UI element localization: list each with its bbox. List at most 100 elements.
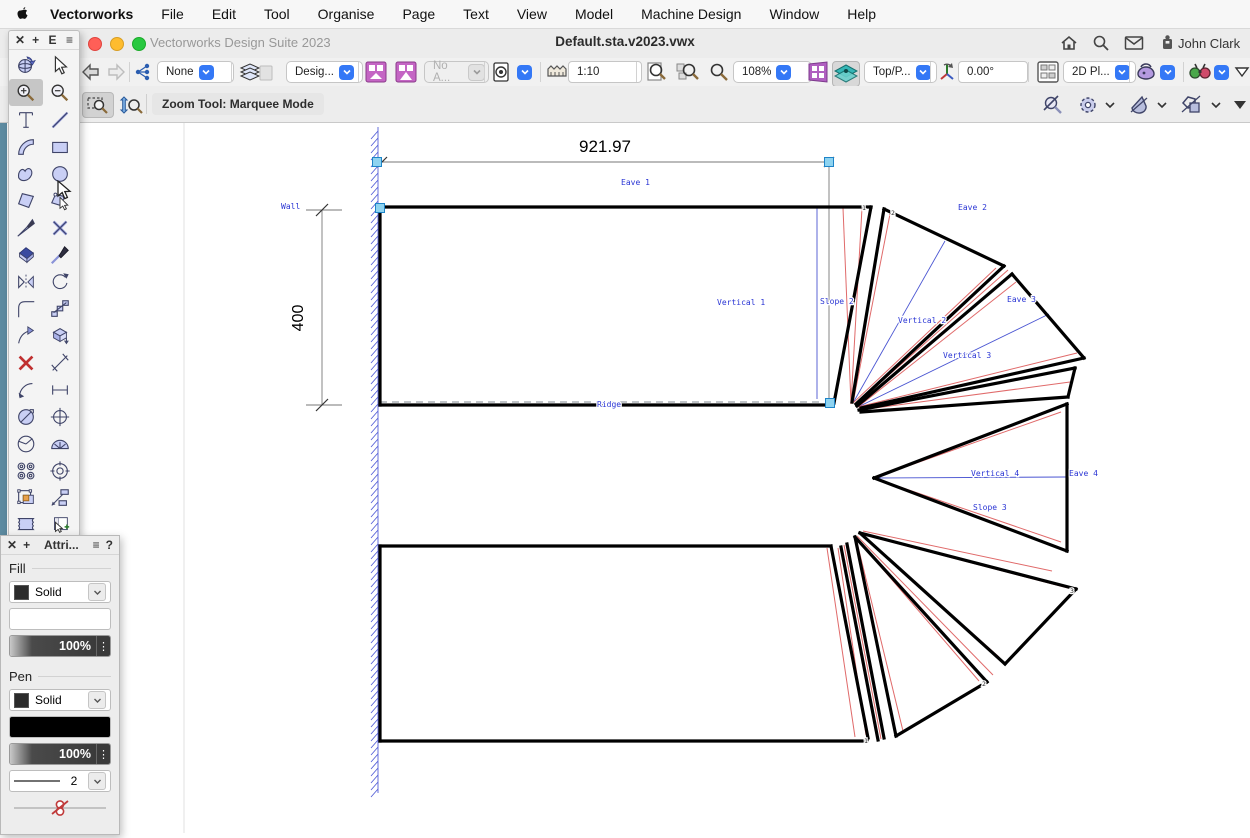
panel-outline[interactable] <box>847 544 884 738</box>
polygon-tool[interactable] <box>9 187 43 214</box>
selection-tool[interactable] <box>43 52 77 79</box>
interactive-zoom-mode-button[interactable] <box>118 95 144 122</box>
fill-style-dropdown[interactable]: Solid <box>9 581 111 603</box>
menu-item-tool[interactable]: Tool <box>250 6 304 22</box>
palette-menu-icon[interactable]: ≡ <box>66 33 73 47</box>
line-weight-dropdown[interactable]: 2 <box>9 770 111 792</box>
menu-item-window[interactable]: Window <box>755 6 833 22</box>
layer-scale-icon[interactable] <box>546 61 568 83</box>
view-direction-dropdown[interactable]: Top/P... <box>864 61 937 83</box>
menu-item-page[interactable]: Page <box>388 6 449 22</box>
panel-outline[interactable] <box>1012 274 1084 358</box>
selection-handle[interactable] <box>373 158 382 167</box>
center-mark-tool[interactable] <box>43 403 77 430</box>
concentric-circles-tool[interactable] <box>9 457 43 484</box>
snap-settings-gear-icon[interactable] <box>1076 94 1116 121</box>
flyover-tool[interactable] <box>9 52 43 79</box>
title-block-tool[interactable] <box>9 511 43 538</box>
active-plane-dropdown[interactable]: 2D Pl... <box>1063 61 1136 83</box>
panel-outline[interactable] <box>896 682 987 736</box>
delete-tool[interactable] <box>9 349 43 376</box>
surface-snap-icon[interactable] <box>1128 94 1168 121</box>
offset-tool[interactable] <box>43 295 77 322</box>
visibility-icon[interactable] <box>491 61 513 83</box>
binoculars-chevron-button[interactable] <box>1214 61 1229 83</box>
palette-add-icon[interactable]: + <box>32 33 39 47</box>
pen-style-dropdown[interactable]: Solid <box>9 689 111 711</box>
view-chevron-icon[interactable] <box>916 65 931 80</box>
attributes-add-icon[interactable]: + <box>23 538 30 552</box>
forward-button[interactable] <box>105 61 127 83</box>
render-mode-icon[interactable] <box>1134 61 1158 83</box>
linear-dimension-tool[interactable] <box>43 376 77 403</box>
saved-view-icon[interactable] <box>364 61 388 83</box>
plane-mode-icon[interactable] <box>1036 61 1060 83</box>
knife-tool[interactable] <box>9 214 43 241</box>
diameter-dimension-tool[interactable] <box>9 403 43 430</box>
menu-item-machine-design[interactable]: Machine Design <box>627 6 755 22</box>
panel-outline[interactable] <box>861 358 1084 408</box>
menu-item-view[interactable]: View <box>503 6 561 22</box>
panel-outline[interactable] <box>855 537 987 682</box>
arc-tool[interactable] <box>9 133 43 160</box>
menu-item-model[interactable]: Model <box>561 6 627 22</box>
attributes-help-icon[interactable]: ? <box>106 538 113 552</box>
zoom-level-icon[interactable] <box>708 61 730 83</box>
active-class-dropdown[interactable]: None <box>157 61 234 83</box>
eraser-tool[interactable] <box>9 241 43 268</box>
rotate-view-icon[interactable] <box>936 61 958 83</box>
menu-item-edit[interactable]: Edit <box>198 6 250 22</box>
attributes-menu-icon[interactable]: ≡ <box>93 538 100 552</box>
user-icon[interactable] <box>1160 34 1175 51</box>
extrude-tool[interactable] <box>43 322 77 349</box>
window-panes-icon[interactable] <box>806 61 830 83</box>
fill-opacity-menu-icon[interactable]: ⋮ <box>96 636 110 656</box>
panel-outline[interactable] <box>856 266 1004 404</box>
clip-tool[interactable] <box>9 484 43 511</box>
logged-in-user[interactable]: John Clark <box>1178 36 1240 51</box>
project-sharing-icon[interactable] <box>134 61 154 83</box>
mail-icon[interactable] <box>1124 34 1144 52</box>
apple-menu-icon[interactable] <box>14 6 30 22</box>
object-snap-icon[interactable] <box>1180 94 1222 121</box>
attributes-close-icon[interactable]: ✕ <box>7 538 17 552</box>
menu-item-organise[interactable]: Organise <box>304 6 389 22</box>
rotation-angle-field[interactable]: 0.00° <box>958 61 1028 83</box>
smart-edge-snap-icon[interactable] <box>1040 94 1068 121</box>
saved-view-2-icon[interactable] <box>394 61 418 83</box>
marquee-mode-button[interactable] <box>82 92 114 118</box>
pen-color-well[interactable] <box>9 716 111 738</box>
panel-outline[interactable] <box>1005 589 1076 664</box>
angle-line-tool[interactable] <box>43 349 77 376</box>
panel-outline[interactable] <box>884 209 1004 266</box>
menu-item-vectorworks[interactable]: Vectorworks <box>36 6 147 22</box>
create-sheet-tool[interactable] <box>43 511 77 538</box>
freehand-tool[interactable] <box>9 160 43 187</box>
menu-item-file[interactable]: File <box>147 6 198 22</box>
fill-color-well[interactable] <box>9 608 111 630</box>
search-icon[interactable] <box>1092 34 1110 52</box>
fill-opacity-slider[interactable]: 100% ⋮ <box>9 635 111 657</box>
pen-opacity-menu-icon[interactable]: ⋮ <box>96 744 110 764</box>
trim-tool[interactable] <box>43 214 77 241</box>
drawing-area[interactable]: 921.97400Eave 1WallRidgeVertical 1Slope … <box>0 122 1250 833</box>
render-chevron-button[interactable] <box>1160 61 1175 83</box>
toolbar-overflow-icon[interactable] <box>1234 61 1250 83</box>
arc-dimension-tool[interactable] <box>9 376 43 403</box>
panel-outline[interactable] <box>874 404 1067 478</box>
unified-view-button[interactable] <box>832 61 860 87</box>
mirror-tool[interactable] <box>9 268 43 295</box>
pen-opacity-slider[interactable]: 100% ⋮ <box>9 743 111 765</box>
zoom-chevron-icon[interactable] <box>776 65 791 80</box>
class-chevron-icon[interactable] <box>199 65 214 80</box>
zoom-out-tool[interactable] <box>43 79 77 106</box>
active-layer-dropdown[interactable]: Desig... <box>286 61 363 83</box>
back-button[interactable] <box>80 61 102 83</box>
panel-outline[interactable] <box>874 478 1067 551</box>
zoom-in-tool[interactable] <box>9 79 43 106</box>
layers-icon[interactable] <box>238 61 274 83</box>
menu-item-text[interactable]: Text <box>449 6 503 22</box>
visibility-chevron-button[interactable] <box>517 61 532 83</box>
plane-chevron-icon[interactable] <box>1115 65 1130 80</box>
fit-to-page-icon[interactable] <box>645 61 669 83</box>
